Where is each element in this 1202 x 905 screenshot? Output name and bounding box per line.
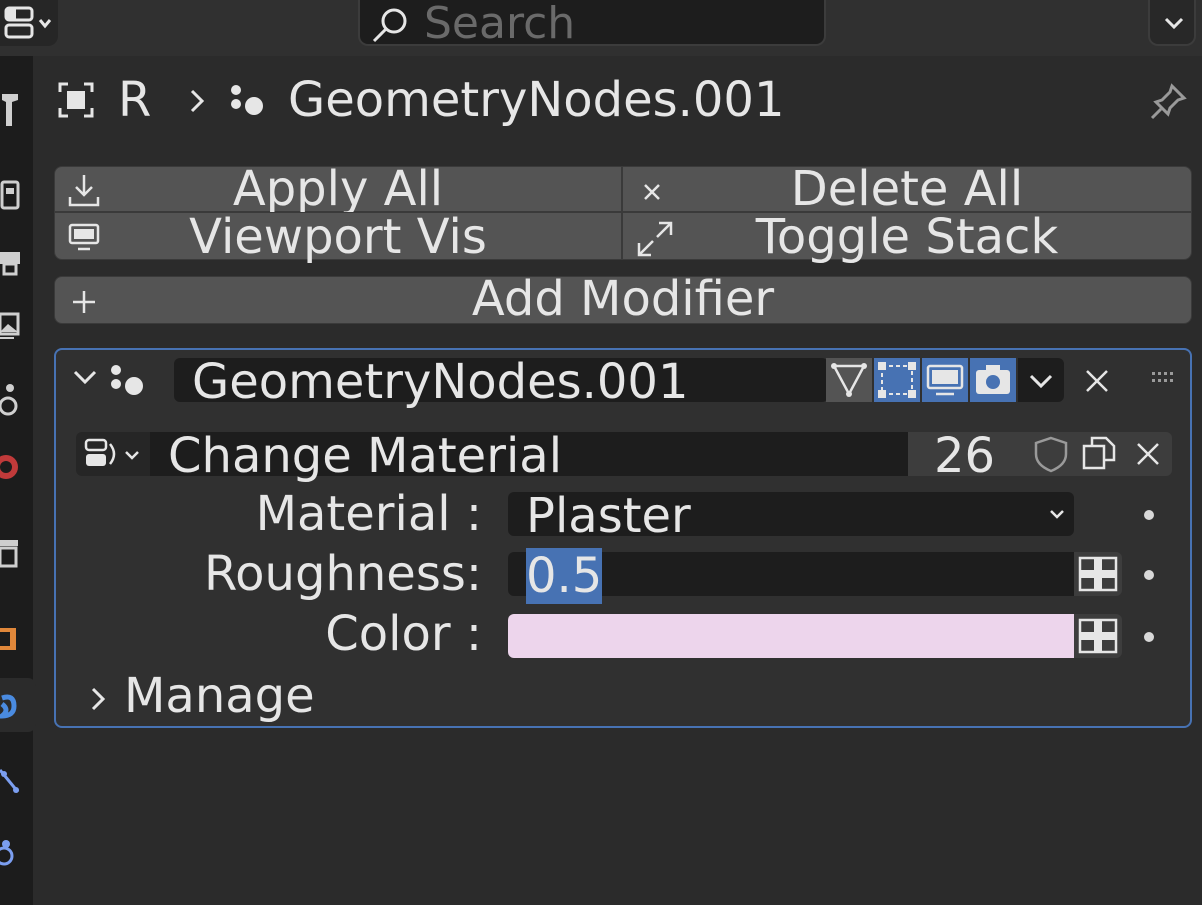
search-input[interactable]: Search bbox=[358, 0, 826, 49]
toggle-stack-button[interactable]: Toggle Stack bbox=[622, 209, 1192, 265]
cage-toggle[interactable] bbox=[874, 358, 920, 402]
duplicate-icon bbox=[1082, 436, 1116, 470]
printer-icon bbox=[0, 252, 20, 276]
editor-type-icon bbox=[4, 6, 52, 39]
camera-icon bbox=[976, 365, 1010, 394]
particles-icon bbox=[0, 769, 20, 793]
properties-tabs bbox=[0, 56, 36, 905]
viewport-toggle[interactable] bbox=[922, 358, 968, 402]
modifier-panel: GeometryNodes.001 Change Material 26 Mat… bbox=[54, 348, 1192, 728]
duplicate-button[interactable] bbox=[1076, 432, 1124, 476]
edit-mode-toggle[interactable] bbox=[826, 358, 872, 402]
tab-collection[interactable] bbox=[0, 526, 33, 580]
roughness-attribute-toggle[interactable] bbox=[1074, 552, 1122, 596]
attribute-table-icon bbox=[1078, 556, 1118, 592]
delete-all-label: Delete All bbox=[790, 161, 1024, 217]
tab-object[interactable] bbox=[0, 612, 33, 666]
cage-icon bbox=[878, 362, 916, 398]
toggle-stack-label: Toggle Stack bbox=[755, 209, 1059, 265]
roughness-label: Roughness: bbox=[203, 546, 482, 602]
search-icon bbox=[372, 8, 407, 43]
node-group-name-field[interactable]: Change Material bbox=[150, 428, 908, 484]
tab-output[interactable] bbox=[0, 236, 33, 290]
material-label: Material : bbox=[255, 486, 482, 542]
roughness-value: 0.5 bbox=[526, 548, 603, 604]
chevron-right-icon bbox=[190, 89, 205, 113]
object-select-icon bbox=[58, 82, 94, 118]
manage-subpanel-header[interactable]: Manage bbox=[124, 668, 315, 724]
keyframe-dot[interactable] bbox=[1144, 510, 1154, 520]
shield-icon bbox=[1034, 436, 1068, 473]
tab-scene[interactable] bbox=[0, 374, 33, 428]
tab-physics[interactable] bbox=[0, 756, 33, 810]
add-modifier-button[interactable]: Add Modifier bbox=[54, 271, 1192, 327]
render-toggle[interactable] bbox=[970, 358, 1016, 402]
viewport-vis-button[interactable]: Viewport Vis bbox=[54, 209, 622, 265]
modifier-name-value: GeometryNodes.001 bbox=[192, 354, 689, 410]
node-group-name: Change Material bbox=[168, 428, 563, 484]
image-icon bbox=[0, 312, 20, 339]
tab-world[interactable] bbox=[0, 440, 33, 494]
modifier-menu-dropdown[interactable] bbox=[1018, 358, 1064, 402]
material-value: Plaster bbox=[526, 488, 691, 544]
monitor-icon bbox=[926, 364, 964, 396]
render-icon bbox=[0, 180, 20, 210]
color-label: Color : bbox=[325, 606, 482, 662]
chevron-right-icon[interactable] bbox=[88, 686, 108, 712]
close-icon bbox=[1137, 443, 1159, 465]
pin-icon[interactable] bbox=[1150, 82, 1190, 120]
tab-modifiers[interactable] bbox=[0, 678, 36, 732]
fake-user-button[interactable] bbox=[1026, 432, 1076, 476]
keyframe-dot[interactable] bbox=[1144, 632, 1154, 642]
geometry-nodes-icon bbox=[231, 85, 263, 115]
object-icon bbox=[0, 628, 16, 650]
world-icon bbox=[0, 455, 18, 479]
chevron-down-icon bbox=[1050, 510, 1064, 519]
color-attribute-toggle[interactable] bbox=[1074, 614, 1122, 658]
chevron-down-icon bbox=[1029, 374, 1053, 389]
unlink-button[interactable] bbox=[1124, 432, 1172, 476]
scene-icon bbox=[0, 384, 18, 416]
attribute-table-icon bbox=[1078, 618, 1118, 654]
breadcrumb-object-name: R bbox=[118, 72, 152, 128]
wrench-icon bbox=[2, 94, 18, 126]
collection-icon bbox=[0, 540, 18, 568]
viewport-vis-label: Viewport Vis bbox=[189, 209, 487, 265]
editor-type-button[interactable] bbox=[0, 0, 58, 46]
tab-view-layer[interactable] bbox=[0, 300, 33, 354]
drag-handle-icon[interactable] bbox=[1150, 368, 1178, 388]
physics-icon bbox=[0, 840, 14, 866]
search-placeholder: Search bbox=[424, 0, 576, 49]
tab-render[interactable] bbox=[0, 168, 33, 222]
breadcrumb-modifier-name: GeometryNodes.001 bbox=[288, 72, 785, 128]
chevron-down-icon bbox=[1164, 17, 1184, 30]
apply-all-label: Apply All bbox=[232, 161, 444, 217]
remove-modifier-icon[interactable] bbox=[1082, 366, 1112, 396]
user-count-value: 26 bbox=[934, 428, 996, 484]
top-bar: Search bbox=[0, 0, 1202, 56]
apply-all-button[interactable]: Apply All bbox=[54, 161, 622, 217]
keyframe-dot[interactable] bbox=[1144, 570, 1154, 580]
tab-constraints[interactable] bbox=[0, 822, 33, 876]
tab-tool[interactable] bbox=[0, 80, 33, 134]
node-tree-icon bbox=[84, 438, 139, 466]
geometry-nodes-icon bbox=[111, 365, 143, 395]
modifier-name-field[interactable]: GeometryNodes.001 bbox=[174, 354, 828, 410]
delete-all-button[interactable]: Delete All bbox=[622, 161, 1192, 217]
modifier-wrench-icon bbox=[0, 694, 17, 719]
user-count[interactable]: 26 bbox=[908, 428, 1026, 484]
add-modifier-label: Add Modifier bbox=[471, 271, 775, 327]
material-dropdown[interactable]: Plaster bbox=[508, 488, 1074, 544]
node-group-browse[interactable] bbox=[76, 432, 150, 476]
collapse-chevron-icon[interactable] bbox=[72, 368, 98, 388]
view-options-button[interactable] bbox=[1148, 0, 1196, 46]
roughness-field[interactable]: 0.5 bbox=[508, 548, 1074, 604]
edit-mode-icon bbox=[831, 363, 867, 397]
color-swatch[interactable] bbox=[508, 614, 1074, 658]
